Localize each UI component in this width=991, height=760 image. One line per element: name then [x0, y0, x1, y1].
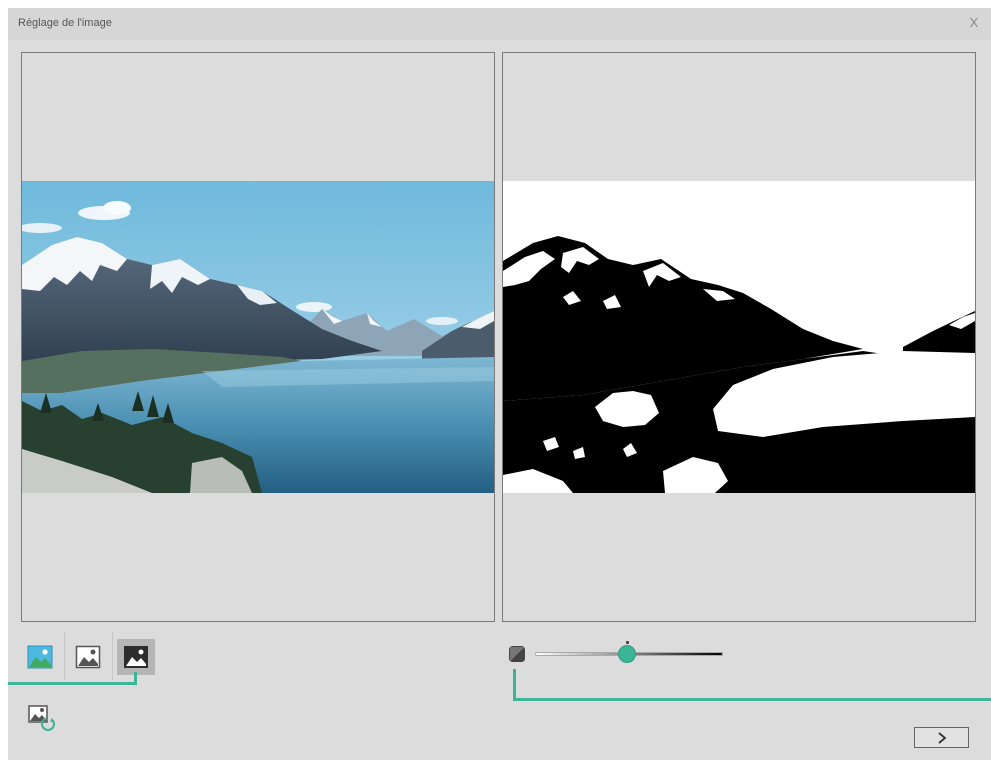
original-photo — [22, 181, 494, 493]
dialog-title: Réglage de l'image — [18, 17, 112, 29]
chevron-right-icon — [937, 731, 946, 744]
title-bar: Réglage de l'image X — [8, 8, 991, 40]
grayscale-mode-button[interactable] — [69, 639, 107, 675]
color-mode-button[interactable] — [21, 639, 59, 675]
preview-image-pane — [502, 52, 976, 622]
next-button[interactable] — [914, 727, 969, 748]
contrast-icon — [509, 646, 525, 662]
threshold-slider-thumb[interactable] — [619, 646, 636, 662]
image-adjust-dialog: Réglage de l'image X — [8, 8, 991, 760]
black-white-mode-button[interactable] — [117, 639, 155, 675]
image-rotate-icon — [28, 705, 55, 731]
slider-center-tick — [625, 641, 629, 644]
threshold-control — [507, 638, 737, 668]
threshold-callout-line — [513, 669, 991, 701]
black-white-image-icon — [124, 646, 148, 668]
close-button[interactable]: X — [965, 14, 983, 32]
rotate-image-button[interactable] — [23, 700, 61, 736]
mode-callout-line — [8, 672, 137, 685]
original-image-pane — [21, 52, 495, 622]
color-image-icon — [27, 645, 53, 669]
grayscale-image-icon — [75, 645, 101, 669]
preview-photo — [503, 181, 975, 493]
